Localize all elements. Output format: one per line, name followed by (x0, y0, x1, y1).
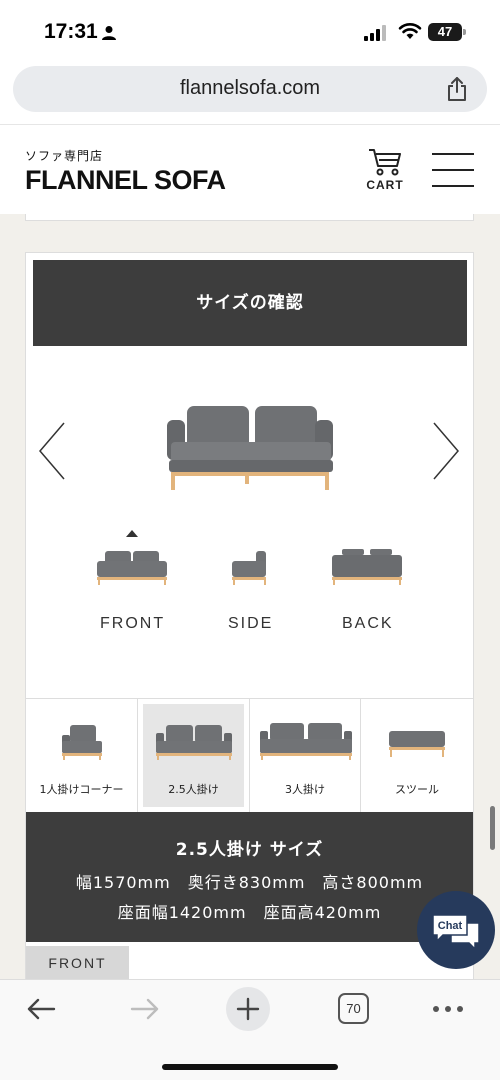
chat-label: Chat (438, 920, 463, 932)
spec-title: 2.5人掛け サイズ (175, 840, 324, 860)
status-time: 17:31 (44, 20, 98, 43)
address-bar[interactable]: flannelsofa.com (13, 66, 487, 112)
chat-button[interactable]: Chat (417, 891, 495, 969)
forward-arrow-icon[interactable] (130, 997, 160, 1021)
size-tab-label: 1人掛けコーナー (39, 783, 124, 796)
cart-icon (369, 149, 401, 176)
cart-label: CART (366, 178, 404, 192)
logo-subtitle: ソファ専門店 (25, 149, 104, 163)
chevron-right-icon[interactable] (430, 421, 462, 481)
chat-bubble-icon: Chat (432, 914, 480, 951)
previous-card (25, 214, 474, 221)
size-tab-corner[interactable]: 1人掛けコーナー (26, 699, 138, 812)
corner-sofa-thumbnail (62, 725, 102, 760)
3-seater-sofa-thumbnail (260, 723, 352, 760)
cart-button[interactable]: CART (364, 147, 406, 197)
view-label-front[interactable]: FRONT (100, 615, 165, 633)
battery-indicator: 47 (428, 23, 466, 41)
page-content: サイズの確認 FRONT SIDE BACK 1人掛けコーナー 2.5人掛け 3… (0, 214, 500, 979)
selected-view-caret (126, 530, 138, 537)
size-section-heading: サイズの確認 (33, 260, 467, 346)
new-tab-button[interactable] (226, 987, 270, 1031)
browser-toolbar: 70 (0, 979, 500, 1080)
size-section: サイズの確認 FRONT SIDE BACK 1人掛けコーナー 2.5人掛け 3… (25, 252, 474, 979)
back-arrow-icon[interactable] (26, 997, 56, 1021)
size-tab-2-5-seater[interactable]: 2.5人掛け (138, 699, 250, 812)
size-tab-label: 2.5人掛け (168, 783, 219, 796)
scrollbar[interactable] (490, 806, 495, 850)
chevron-left-icon[interactable] (36, 421, 68, 481)
menu-icon[interactable] (432, 151, 474, 189)
view-label-back[interactable]: BACK (342, 615, 394, 633)
view-side-thumbnail[interactable] (230, 549, 270, 589)
view-front-thumbnail[interactable] (95, 549, 169, 589)
view-back-thumbnail[interactable] (330, 549, 404, 589)
plus-icon (236, 997, 260, 1021)
url-text[interactable]: flannelsofa.com (13, 77, 487, 100)
view-label-side[interactable]: SIDE (228, 615, 273, 633)
home-indicator (162, 1064, 338, 1070)
size-tab-3-seater[interactable]: 3人掛け (250, 699, 361, 812)
size-tab-label: 3人掛け (285, 783, 325, 796)
size-tab-stool[interactable]: スツール (361, 699, 473, 812)
size-tab-label: スツール (395, 783, 439, 796)
size-spec-panel: 2.5人掛け サイズ 幅1570mm 奥行き830mm 高さ800mm 座面幅1… (26, 812, 473, 942)
view-tag: FRONT (26, 946, 129, 979)
stool-thumbnail (389, 731, 445, 757)
tabs-count-button[interactable]: 70 (338, 993, 369, 1024)
spec-seat-dimensions: 座面幅1420mm 座面高420mm (117, 903, 382, 922)
2-5-seater-sofa-thumbnail (156, 725, 232, 760)
sofa-front-image (167, 406, 333, 490)
size-tabs: 1人掛けコーナー 2.5人掛け 3人掛け スツール (26, 698, 473, 812)
site-header: ソファ専門店 FLANNEL SOFA CART (0, 124, 500, 214)
more-options-icon[interactable] (432, 1005, 464, 1013)
site-logo[interactable]: FLANNEL SOFA (25, 165, 226, 196)
share-icon[interactable] (445, 76, 469, 102)
spec-dimensions: 幅1570mm 奥行き830mm 高さ800mm (75, 873, 424, 892)
status-bar: 17:31 47 (0, 0, 500, 62)
person-icon (102, 26, 116, 40)
wifi-icon (398, 23, 422, 39)
cellular-signal-icon (364, 25, 386, 41)
